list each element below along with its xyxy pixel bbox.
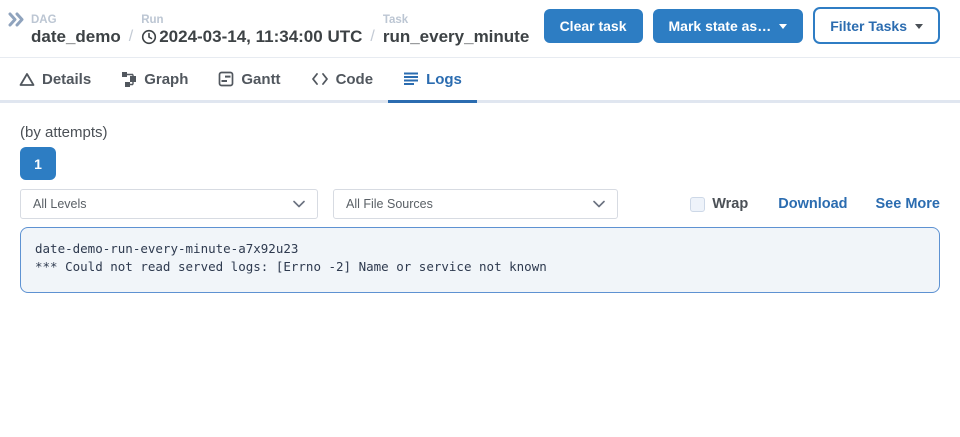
mark-state-as-label: Mark state as… bbox=[669, 18, 772, 34]
dag-name: date_demo bbox=[31, 27, 121, 47]
angle-brackets-icon bbox=[311, 72, 329, 86]
tab-details[interactable]: Details bbox=[4, 58, 106, 103]
tab-code-label: Code bbox=[336, 71, 374, 88]
breadcrumb: DAG date_demo / Run 2024-03-14, 11:34:00… bbox=[31, 14, 529, 47]
log-filter-row: All Levels All File Sources Wrap Downloa… bbox=[20, 189, 940, 219]
clear-task-label: Clear task bbox=[560, 18, 627, 34]
run-label: Run bbox=[141, 14, 362, 27]
tab-code[interactable]: Code bbox=[296, 58, 389, 103]
run-timestamp: 2024-03-14, 11:34:00 UTC bbox=[159, 27, 362, 47]
log-line: date-demo-run-every-minute-a7x92u23 bbox=[35, 240, 925, 258]
by-attempts-label: (by attempts) bbox=[20, 124, 940, 141]
clock-icon bbox=[141, 29, 157, 45]
breadcrumb-dag[interactable]: DAG date_demo bbox=[31, 14, 121, 47]
dag-label: DAG bbox=[31, 14, 121, 27]
tab-logs[interactable]: Logs bbox=[388, 58, 477, 103]
attempt-row: 1 bbox=[20, 147, 940, 180]
task-name: run_every_minute bbox=[383, 27, 529, 47]
header-bar: DAG date_demo / Run 2024-03-14, 11:34:00… bbox=[0, 0, 960, 58]
tab-bar: Details Graph Gantt bbox=[0, 58, 960, 103]
see-more-link[interactable]: See More bbox=[876, 196, 940, 212]
caret-down-icon bbox=[779, 24, 787, 29]
clear-task-button[interactable]: Clear task bbox=[544, 9, 643, 43]
download-link[interactable]: Download bbox=[778, 196, 847, 212]
log-level-select[interactable]: All Levels bbox=[20, 189, 318, 219]
tab-graph[interactable]: Graph bbox=[106, 58, 203, 103]
attempt-1-button[interactable]: 1 bbox=[20, 147, 56, 180]
breadcrumb-task[interactable]: Task run_every_minute bbox=[383, 14, 529, 47]
double-chevron-right-icon[interactable] bbox=[8, 12, 25, 32]
node-graph-icon bbox=[121, 71, 137, 87]
chevron-down-icon bbox=[593, 197, 605, 211]
wrap-checkbox[interactable] bbox=[690, 197, 705, 212]
tab-gantt-label: Gantt bbox=[241, 71, 280, 88]
breadcrumb-run[interactable]: Run 2024-03-14, 11:34:00 UTC bbox=[141, 14, 362, 47]
filter-tasks-label: Filter Tasks bbox=[830, 18, 907, 34]
wrap-toggle[interactable]: Wrap bbox=[690, 196, 748, 212]
board-chart-icon bbox=[218, 71, 234, 87]
file-source-select[interactable]: All File Sources bbox=[333, 189, 618, 219]
tab-details-label: Details bbox=[42, 71, 91, 88]
mark-state-as-button[interactable]: Mark state as… bbox=[653, 9, 804, 43]
log-tools: Wrap Download See More bbox=[690, 196, 940, 212]
breadcrumb-separator: / bbox=[370, 28, 374, 47]
filter-tasks-button[interactable]: Filter Tasks bbox=[813, 7, 940, 44]
wrap-label: Wrap bbox=[712, 196, 748, 212]
tab-graph-label: Graph bbox=[144, 71, 188, 88]
log-level-value: All Levels bbox=[33, 197, 87, 211]
tab-logs-label: Logs bbox=[426, 71, 462, 88]
log-line: *** Could not read served logs: [Errno -… bbox=[35, 258, 925, 276]
breadcrumb-separator: / bbox=[129, 28, 133, 47]
log-output-box[interactable]: date-demo-run-every-minute-a7x92u23 *** … bbox=[20, 227, 940, 293]
triangle-icon bbox=[19, 72, 35, 87]
logs-panel: (by attempts) 1 All Levels All File Sour… bbox=[0, 124, 960, 293]
caret-down-icon bbox=[915, 24, 923, 29]
run-value: 2024-03-14, 11:34:00 UTC bbox=[141, 27, 362, 47]
file-source-value: All File Sources bbox=[346, 197, 433, 211]
header-actions: Clear task Mark state as… Filter Tasks bbox=[544, 7, 940, 47]
task-label: Task bbox=[383, 14, 529, 27]
list-lines-icon bbox=[403, 72, 419, 86]
tab-gantt[interactable]: Gantt bbox=[203, 58, 295, 103]
chevron-down-icon bbox=[293, 197, 305, 211]
